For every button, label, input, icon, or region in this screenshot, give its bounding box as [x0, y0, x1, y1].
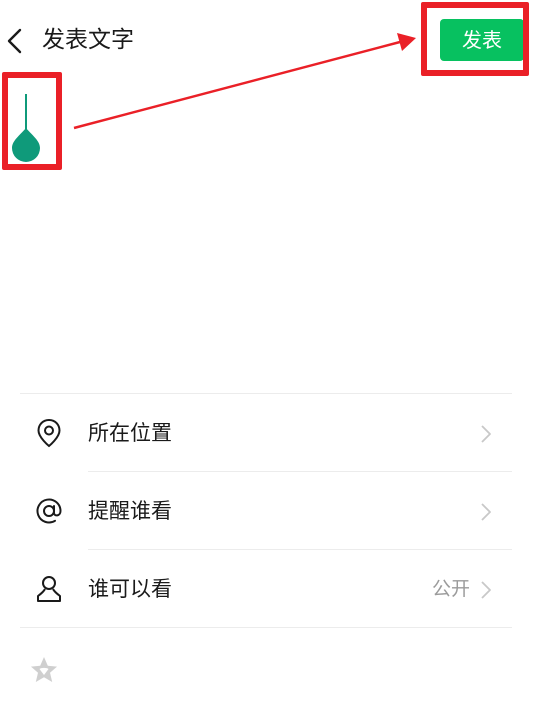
- chevron-right-icon: [481, 581, 491, 599]
- emoji-star-icon[interactable]: [28, 655, 60, 685]
- option-mention[interactable]: 提醒谁看: [20, 472, 512, 550]
- page-title: 发表文字: [42, 27, 134, 53]
- visibility-value: 公开: [431, 578, 470, 600]
- back-arrow-icon[interactable]: [4, 26, 28, 56]
- option-label: 提醒谁看: [88, 499, 172, 523]
- text-cursor-handle-icon[interactable]: [10, 92, 42, 162]
- option-label: 谁可以看: [88, 577, 172, 601]
- post-options-list: 所在位置 提醒谁看 谁可以看 公开: [20, 393, 512, 628]
- location-pin-icon: [37, 418, 61, 448]
- divider: [20, 627, 512, 628]
- chevron-right-icon: [481, 503, 491, 521]
- at-sign-icon: [36, 498, 62, 524]
- post-text-input[interactable]: [70, 92, 510, 382]
- option-label: 所在位置: [88, 421, 172, 445]
- person-icon: [37, 576, 61, 602]
- option-location[interactable]: 所在位置: [20, 394, 512, 472]
- option-visibility[interactable]: 谁可以看 公开: [20, 550, 512, 628]
- annotation-highlight-publish: [421, 2, 529, 76]
- chevron-right-icon: [481, 425, 491, 443]
